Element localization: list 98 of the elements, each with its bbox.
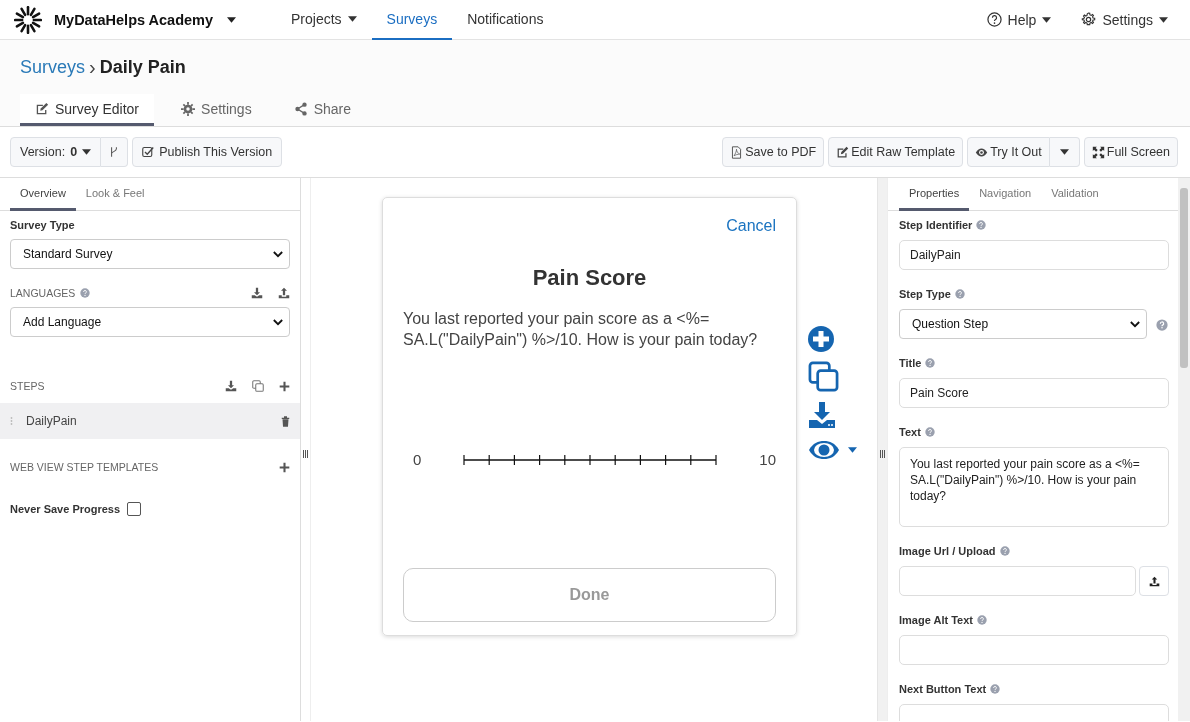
survey-type-select[interactable]: Standard Survey — [10, 239, 290, 269]
text-field[interactable]: Pain Score — [899, 378, 1169, 408]
caret-icon — [1059, 149, 1069, 155]
tick-scale[interactable] — [463, 453, 718, 466]
share-icon — [293, 101, 308, 116]
step-title: Pain Score — [531, 265, 648, 291]
breadcrumb-separator: › — [89, 56, 96, 80]
page-tab[interactable]: Settings — [166, 94, 267, 126]
copy-icon — [252, 380, 264, 392]
help-icon — [80, 288, 91, 298]
help-icon — [990, 684, 1001, 694]
nav-menu[interactable]: Help — [972, 0, 1066, 39]
page-tab[interactable]: Share — [278, 94, 366, 126]
save-pdf-button[interactable]: Save to PDF — [722, 137, 825, 167]
copy-icon[interactable] — [808, 361, 839, 392]
help-icon — [924, 427, 935, 437]
caret-icon — [848, 447, 857, 453]
checkbox-icon — [142, 146, 155, 158]
nav-link[interactable]: Projects — [276, 0, 372, 40]
panel-tab[interactable]: Properties — [899, 178, 970, 211]
eye-icon[interactable] — [808, 440, 840, 460]
section-label: STEPS — [10, 380, 45, 392]
resize-handle-icon[interactable] — [303, 449, 308, 458]
help-icon — [986, 12, 1002, 27]
branch-icon — [110, 146, 119, 158]
text-field[interactable] — [899, 635, 1169, 665]
step-text: You last reported your pain score as a <%= SA.L("DailyPain") %>/10. How is your pain today? — [403, 309, 759, 350]
drag-handle-icon — [10, 416, 13, 426]
help-icon — [1156, 319, 1168, 331]
scale-min-label: 0 — [413, 451, 422, 468]
field-label: Step Type — [899, 288, 951, 300]
page-title: Daily Pain — [99, 57, 186, 79]
panel-tab[interactable]: Overview — [10, 178, 76, 211]
plus-icon — [279, 380, 290, 392]
chevron-icon — [273, 250, 283, 258]
chevron-icon — [1130, 320, 1140, 328]
help-icon — [925, 358, 936, 368]
caret-icon — [227, 16, 237, 23]
help-icon — [954, 289, 965, 299]
help-icon — [976, 615, 987, 625]
text-field[interactable]: DailyPain — [899, 240, 1169, 270]
step-item[interactable]: DailyPain — [0, 403, 300, 439]
nav-menu[interactable]: Settings — [1067, 0, 1182, 39]
scale-max-label: 10 — [759, 451, 776, 468]
publish-button[interactable]: Publish This Version — [132, 137, 283, 167]
fullscreen-icon — [1091, 145, 1105, 159]
download-icon[interactable] — [808, 401, 836, 429]
caret-icon — [82, 149, 92, 155]
upload-icon — [1148, 575, 1160, 587]
section-label: WEB VIEW STEP TEMPLATES — [10, 461, 159, 473]
step-type-select[interactable]: Question Step — [899, 309, 1147, 339]
download-icon — [251, 287, 263, 299]
field-label: Survey Type — [10, 219, 76, 231]
download-icon — [225, 380, 237, 392]
upload-button[interactable] — [1139, 566, 1169, 596]
panel-tab[interactable]: Validation — [1041, 178, 1109, 211]
field-label: Next Button Text — [899, 683, 987, 695]
help-icon — [999, 546, 1010, 556]
page-tab[interactable]: Survey Editor — [20, 94, 155, 126]
eye-icon — [975, 145, 989, 159]
app-name[interactable]: MyDataHelps Academy — [54, 11, 214, 28]
cancel-link[interactable]: Cancel — [726, 217, 776, 235]
full-screen-button[interactable]: Full Screen — [1083, 137, 1178, 167]
chevron-icon — [273, 318, 283, 326]
field-label: Step Identifier — [899, 219, 973, 231]
upload-icon — [278, 287, 290, 299]
settings-icon — [1081, 12, 1097, 27]
panel-tab[interactable]: Navigation — [969, 178, 1042, 211]
breadcrumb-link[interactable]: Surveys — [20, 57, 86, 79]
edit-template-button[interactable]: Edit Raw Template — [828, 137, 964, 167]
help-icon — [976, 220, 987, 230]
add-step-icon[interactable] — [808, 326, 834, 352]
scrollbar[interactable] — [1178, 178, 1190, 721]
text-field[interactable] — [899, 566, 1136, 596]
section-label: LANGUAGES — [10, 287, 76, 299]
try-it-out-button[interactable]: Try It Out — [967, 137, 1050, 167]
edit-icon — [836, 145, 850, 159]
pdf-icon — [730, 145, 744, 159]
nav-link[interactable]: Notifications — [452, 0, 559, 40]
field-label: Image Url / Upload — [899, 545, 996, 557]
edit-icon — [35, 101, 49, 116]
resize-handle-icon[interactable] — [880, 449, 885, 458]
checkbox[interactable] — [127, 502, 142, 516]
trash-icon — [281, 415, 290, 427]
field-label: Title — [899, 357, 922, 369]
text-area[interactable]: You last reported your pain score as a <%= SA.L("DailyPain") %>/10. How is your pain today? — [899, 447, 1169, 527]
caret-icon — [1159, 16, 1168, 23]
field-label: Image Alt Text — [899, 614, 973, 626]
panel-tab[interactable]: Look & Feel — [75, 178, 155, 211]
field-label: Text — [899, 426, 921, 438]
settings-icon — [181, 101, 196, 116]
plus-icon — [279, 461, 290, 473]
checkbox-label: Never Save Progress — [10, 503, 121, 515]
dropdown-toggle[interactable] — [1049, 137, 1080, 167]
logo-icon — [14, 5, 42, 34]
language-select[interactable]: Add Language — [10, 307, 290, 337]
caret-icon — [1042, 16, 1052, 23]
version-dropdown[interactable]: Version: 0 — [10, 137, 102, 167]
